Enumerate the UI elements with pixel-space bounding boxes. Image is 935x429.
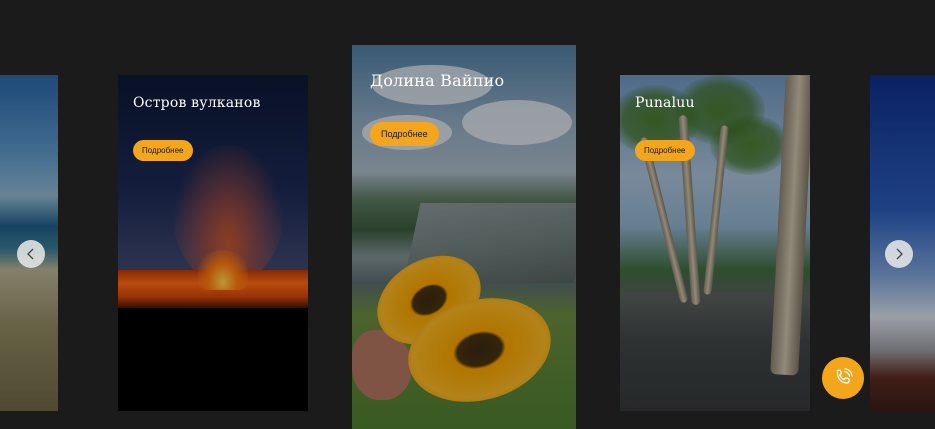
palm-trunk-image (770, 75, 810, 376)
more-button[interactable]: Подробнее (635, 140, 695, 161)
phone-ringing-icon (836, 368, 853, 384)
card-title: Долина Вайпио (370, 71, 505, 90)
slide-card-waipio-valley[interactable]: Долина Вайпио Подробнее (352, 45, 576, 429)
chevron-left-icon (27, 248, 34, 260)
slide-card-punaluu[interactable]: Punaluu Подробнее (620, 75, 810, 411)
lava-glow-image (198, 250, 248, 290)
slider-next-button[interactable] (885, 240, 913, 268)
slide-card-volcano-island[interactable]: Остров вулканов Подробнее (118, 75, 308, 411)
chevron-right-icon (896, 248, 903, 260)
cloud-image (462, 100, 572, 145)
card-title: Punaluu (635, 95, 695, 111)
card-title: Остров вулканов (133, 95, 261, 111)
call-button[interactable] (822, 357, 864, 399)
slider-prev-button[interactable] (17, 240, 45, 268)
more-button[interactable]: Подробнее (370, 122, 439, 146)
more-button[interactable]: Подробнее (133, 140, 193, 161)
